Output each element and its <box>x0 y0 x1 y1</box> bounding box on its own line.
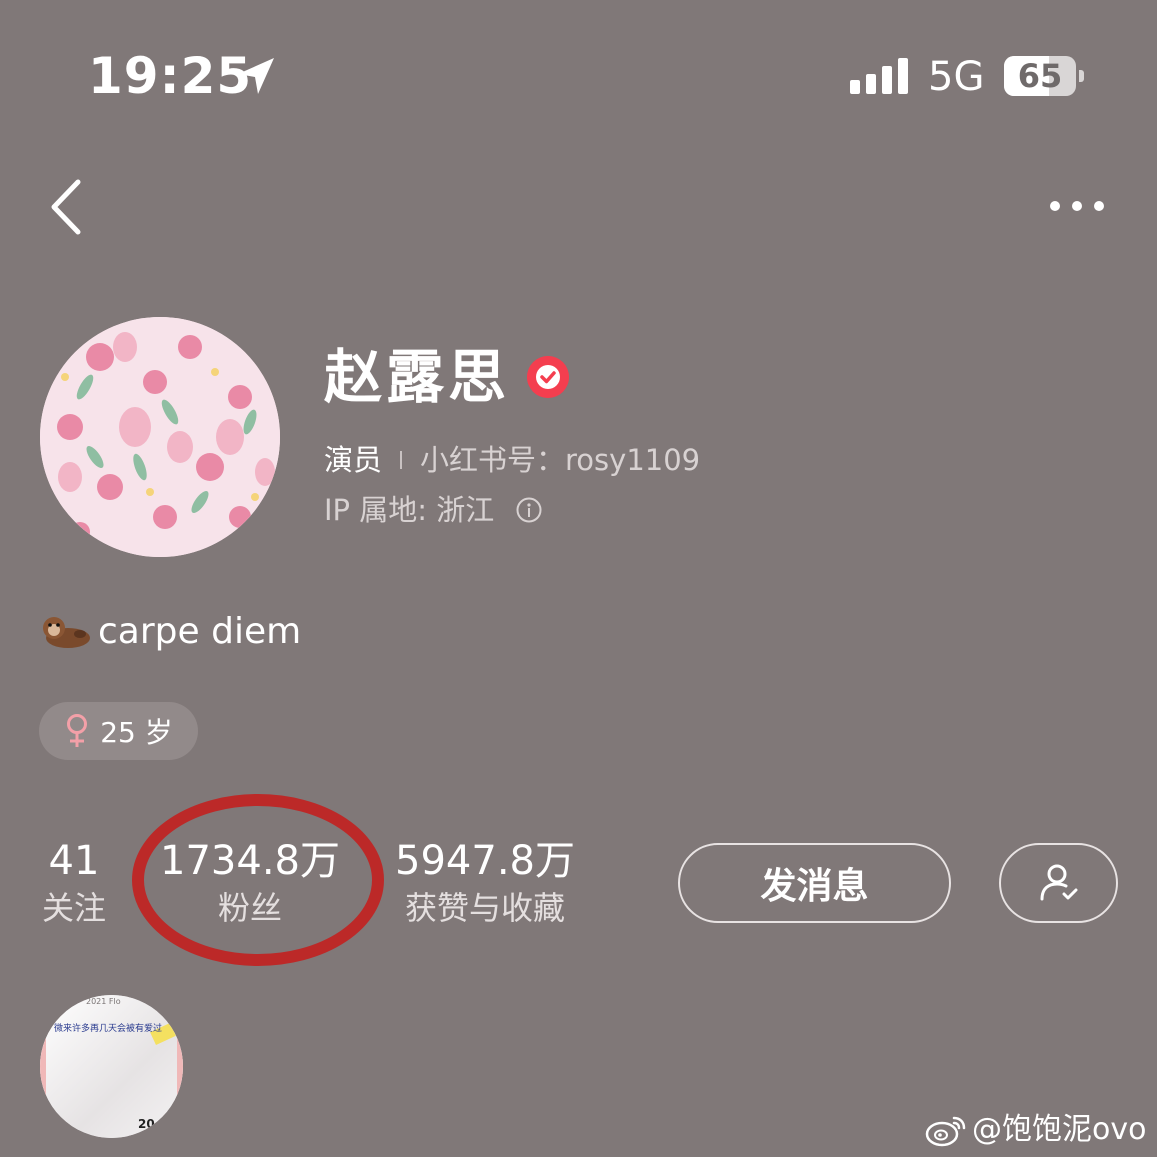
more-dots-icon[interactable] <box>1050 196 1112 216</box>
user-check-icon <box>1040 864 1077 901</box>
battery-level: 65 <box>1017 57 1063 95</box>
location-arrow-icon <box>238 58 274 94</box>
highlight-year: 20 <box>138 1117 155 1131</box>
occupation: 演员 <box>324 443 383 477</box>
age-text: 25 岁 <box>100 716 173 749</box>
divider <box>400 451 403 469</box>
send-message-button[interactable]: 发消息 <box>678 843 951 923</box>
signal-icon <box>850 58 908 94</box>
bio-text: carpe diem <box>98 611 302 652</box>
redbook-id: 小红书号：rosy1109 <box>420 443 701 477</box>
following-count: 41 <box>48 838 100 884</box>
watermark-text: @饱饱泥ovo <box>972 1112 1147 1147</box>
battery-cap <box>1079 70 1084 82</box>
weibo-icon <box>925 1116 966 1147</box>
stat-following[interactable]: 41 关注 <box>28 836 120 930</box>
avatar[interactable] <box>40 317 280 557</box>
likes-label: 获赞与收藏 <box>404 889 565 927</box>
following-label: 关注 <box>41 889 106 927</box>
network-type: 5G <box>928 54 985 100</box>
info-icon[interactable] <box>516 497 542 523</box>
verified-badge-icon <box>527 356 569 398</box>
otter-emoji-icon <box>43 617 90 648</box>
red-circle-annotation <box>132 794 384 966</box>
chevron-left-icon[interactable] <box>46 176 86 238</box>
female-icon <box>67 714 88 747</box>
likes-count: 5947.8万 <box>395 838 575 884</box>
profile-meta: 演员 小红书号：rosy1109 <box>324 440 700 480</box>
ip-location: IP 属地: 浙江 <box>324 493 495 527</box>
age-tag: 25 岁 <box>39 702 198 760</box>
highlight-top-text: 2021 Flo <box>86 997 121 1006</box>
bio: carpe diem <box>40 608 301 656</box>
following-status-button[interactable] <box>999 843 1118 923</box>
stat-likes[interactable]: 5947.8万 获赞与收藏 <box>390 836 580 930</box>
status-time: 19:25 <box>88 47 253 105</box>
highlight-title: 微来许多再几天会被有爱过 <box>54 1024 163 1034</box>
weibo-watermark: @饱饱泥ovo <box>924 1110 1146 1150</box>
ip-location-row: IP 属地: 浙江 <box>324 490 542 530</box>
profile-name: 赵露思 <box>324 343 511 411</box>
battery-icon: 65 <box>1004 56 1076 96</box>
highlight-cover[interactable]: 2021 Flo 微来许多再几天会被有爱过 20 <box>40 995 183 1138</box>
